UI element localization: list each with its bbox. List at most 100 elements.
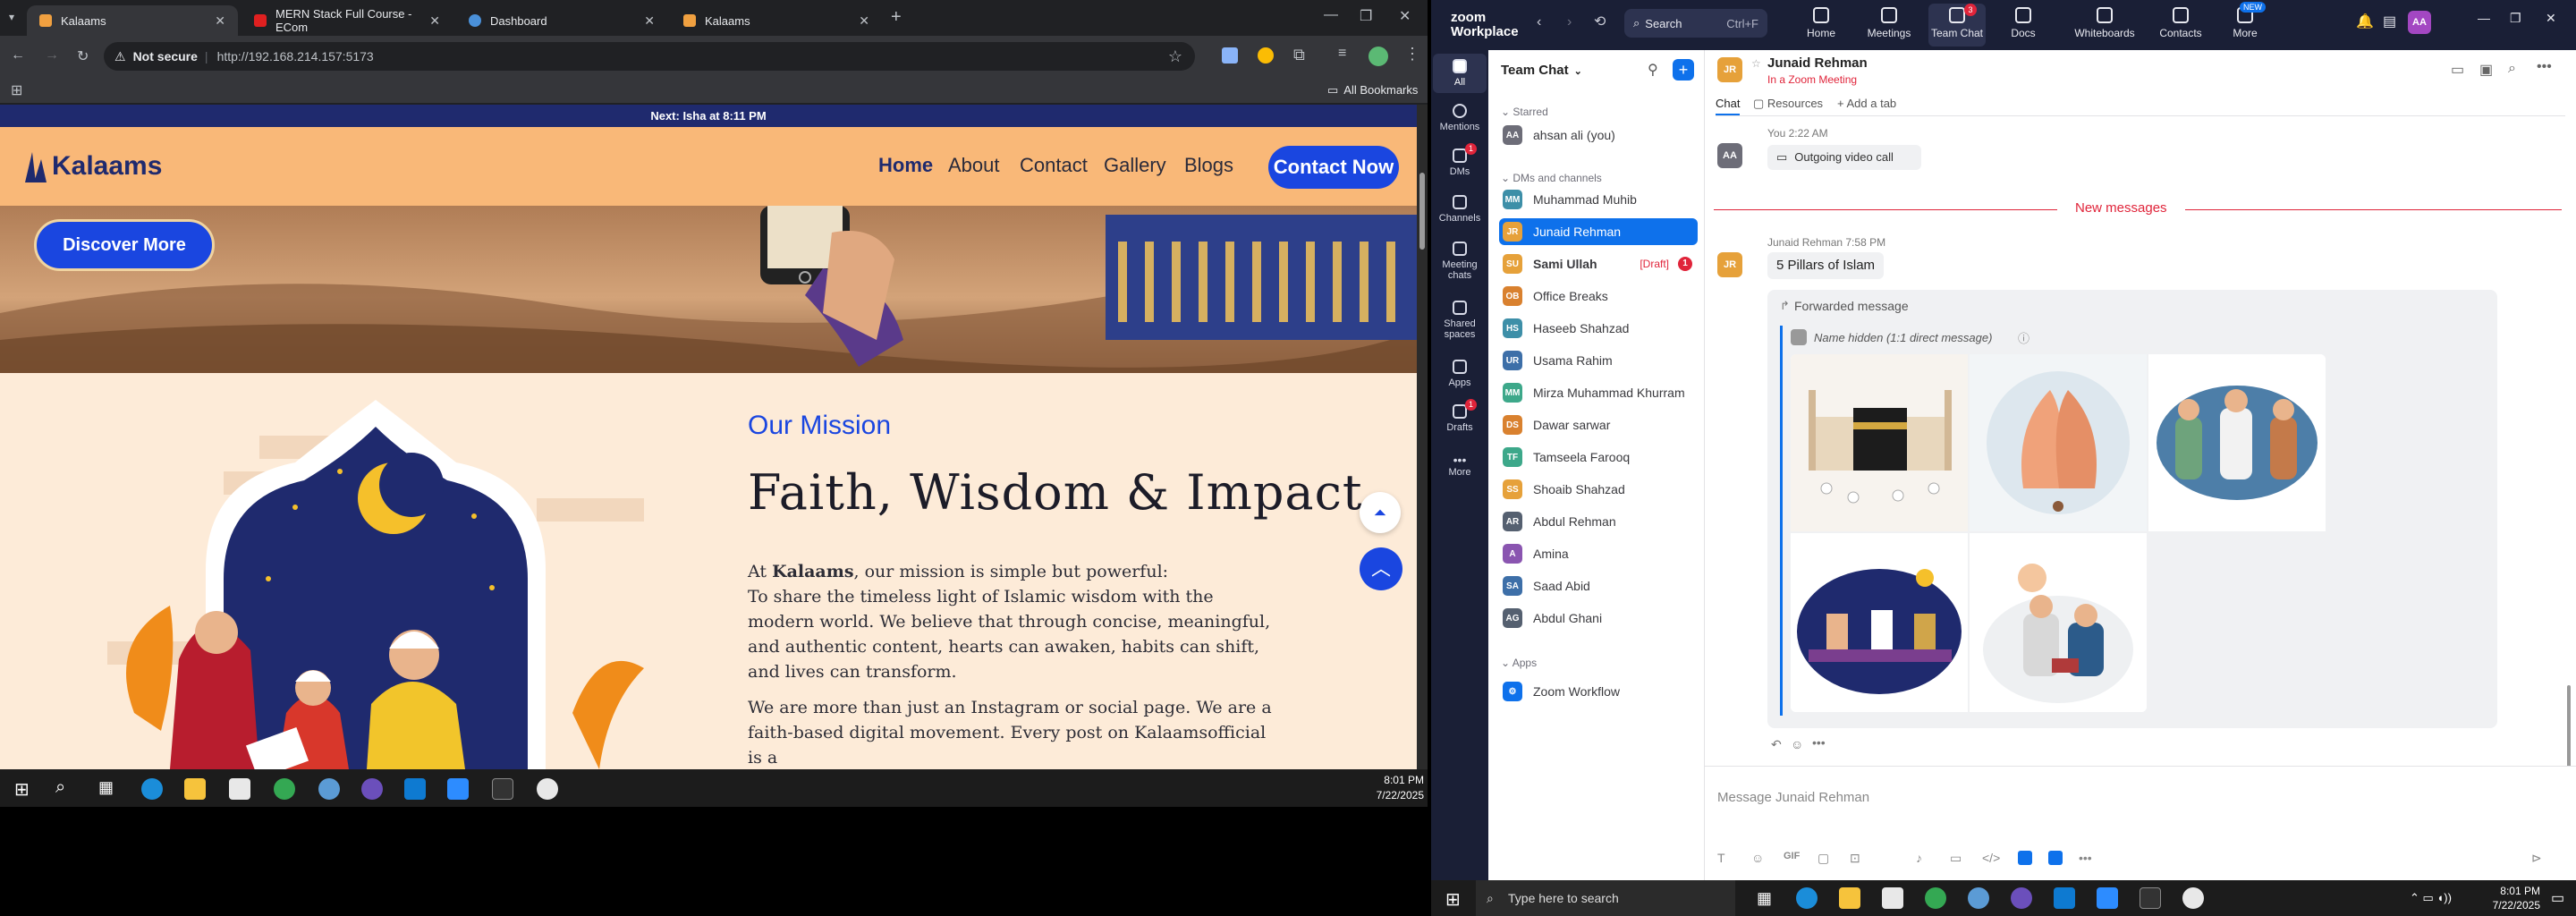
zoom-search[interactable]: ⌕ Search Ctrl+F [1624, 9, 1767, 38]
sidebar-all[interactable]: All [1433, 54, 1487, 93]
more-options-icon[interactable]: ••• [2537, 59, 2552, 75]
app-icon[interactable] [2048, 851, 2063, 865]
info-icon[interactable]: ⓘ [2018, 329, 2029, 346]
screenshot-icon[interactable]: ⊡ [1850, 851, 1860, 866]
starred-header[interactable]: ⌄ Starred [1501, 106, 1548, 118]
close-window-icon[interactable]: ✕ [2546, 11, 2556, 26]
github-icon[interactable] [2011, 887, 2032, 909]
audio-icon[interactable]: ♪ [1916, 851, 1922, 865]
list-item[interactable]: OB Office Breaks [1499, 283, 1698, 310]
filter-icon[interactable]: ⚲ [1648, 61, 1658, 79]
list-item[interactable]: TF Tamseela Farooq [1499, 444, 1698, 471]
list-item[interactable]: HS Haseeb Shahzad [1499, 315, 1698, 342]
apps-grid-icon[interactable]: ⊞ [11, 81, 22, 99]
tab-mern-course[interactable]: MERN Stack Full Course - ECom ✕ [242, 5, 453, 36]
windows-start-icon[interactable]: ⊞ [14, 778, 30, 801]
calendar-icon[interactable]: ▤ [2383, 13, 2396, 30]
vscode-icon[interactable] [2054, 887, 2075, 909]
tab-add[interactable]: + Add a tab [1837, 97, 1896, 110]
nav-team-chat[interactable]: Team Chat 3 [1928, 4, 1986, 47]
forwarded-message-card[interactable]: ↱ Forwarded message Name hidden (1:1 dir… [1767, 290, 2497, 728]
close-tab-icon[interactable]: ✕ [859, 13, 869, 29]
postman-icon[interactable] [537, 778, 558, 800]
task-view-icon[interactable]: ▦ [98, 778, 114, 797]
close-tab-icon[interactable]: ✕ [215, 13, 225, 29]
maximize-icon[interactable]: ❐ [1360, 7, 1372, 25]
warning-icon[interactable]: ⚠ [114, 49, 126, 64]
chat-header-name[interactable]: Junaid Rehman [1767, 55, 1868, 71]
outgoing-call-message[interactable]: ▭ Outgoing video call [1767, 145, 1921, 170]
list-item[interactable]: AA ahsan ali (you) [1499, 122, 1698, 148]
nav-home[interactable]: Home [878, 154, 933, 177]
sidebar-more[interactable]: ••• More [1431, 453, 1488, 478]
chat-header-avatar[interactable]: JR [1717, 57, 1742, 82]
reload-icon[interactable]: ↻ [77, 47, 89, 65]
list-item[interactable]: UR Usama Rahim [1499, 347, 1698, 374]
profile-avatar[interactable] [1368, 47, 1388, 66]
tab-dashboard[interactable]: Dashboard ✕ [456, 5, 667, 36]
scroll-to-top-button[interactable]: ︿ [1360, 547, 1402, 590]
image-ramadan-iftar[interactable] [1791, 533, 1968, 712]
app-icon[interactable] [2018, 851, 2032, 865]
list-item[interactable]: DS Dawar sarwar [1499, 411, 1698, 438]
user-avatar[interactable]: AA [2408, 11, 2431, 34]
zoom-icon[interactable] [447, 778, 469, 800]
back-icon[interactable]: ‹ [1537, 14, 1541, 30]
extensions-puzzle-icon[interactable]: ⧉ [1293, 46, 1305, 64]
format-text-icon[interactable]: T [1717, 851, 1725, 865]
terminal-icon[interactable] [492, 778, 513, 800]
more-actions-icon[interactable]: ••• [1812, 735, 1826, 750]
message-bubble[interactable]: 5 Pillars of Islam [1767, 252, 1885, 279]
send-options-icon[interactable]: ⊳ [2531, 851, 2542, 866]
image-quran-reading[interactable] [1970, 533, 2147, 712]
right-clock[interactable]: 8:01 PM 7/22/2025 [2478, 884, 2540, 912]
tab-search-icon[interactable]: ▾ [9, 11, 14, 23]
code-icon[interactable]: </> [1982, 851, 2000, 865]
maximize-icon[interactable]: ❐ [2510, 11, 2521, 26]
system-tray[interactable]: ⌃ ▭ ◖)) [2410, 891, 2452, 905]
back-icon[interactable]: ← [11, 47, 25, 64]
sidebar-dms[interactable]: DMs 1 [1431, 143, 1488, 177]
task-view-icon[interactable]: ▦ [1757, 889, 1772, 908]
list-item[interactable]: AR Abdul Rehman [1499, 508, 1698, 535]
compose-button[interactable]: + [1673, 59, 1694, 81]
tab-kalaams-2[interactable]: Kalaams ✕ [671, 5, 882, 36]
nav-contacts[interactable]: Contacts [2152, 7, 2209, 39]
sidebar-mentions[interactable]: Mentions [1431, 104, 1488, 132]
video-message-icon[interactable]: ▭ [1950, 851, 1962, 866]
nav-whiteboards[interactable]: Whiteboards [2068, 7, 2141, 39]
file-explorer-icon[interactable] [1839, 887, 1860, 909]
nav-home[interactable]: Home [1792, 7, 1850, 39]
file-explorer-icon[interactable] [184, 778, 206, 800]
sidebar-channels[interactable]: Channels [1431, 195, 1488, 224]
message-input[interactable]: Message Junaid Rehman [1717, 790, 2558, 805]
extension-icon[interactable] [1222, 47, 1238, 64]
tab-kalaams[interactable]: Kalaams ✕ [27, 5, 238, 36]
dms-channels-header[interactable]: ⌄ DMs and channels [1501, 172, 1602, 184]
list-item[interactable]: MM Mirza Muhammad Khurram [1499, 379, 1698, 406]
nav-more[interactable]: More NEW [2216, 2, 2274, 39]
list-item[interactable]: SU Sami Ullah [Draft] 1 [1499, 250, 1698, 277]
page-scrollbar[interactable] [1417, 105, 1428, 769]
store-icon[interactable] [1882, 887, 1903, 909]
notification-bell-icon[interactable]: 🔔 [2356, 13, 2374, 30]
more-tools-icon[interactable]: ••• [2079, 851, 2092, 865]
github-icon[interactable] [361, 778, 383, 800]
scroll-top-ghost-button[interactable]: ⏶ [1360, 492, 1401, 533]
nav-about[interactable]: About [948, 154, 1000, 177]
list-item[interactable]: AG Abdul Ghani [1499, 605, 1698, 632]
star-icon[interactable]: ☆ [1751, 57, 1761, 70]
nav-meetings[interactable]: Meetings [1860, 7, 1918, 39]
list-item[interactable]: MM Muhammad Muhib [1499, 186, 1698, 213]
new-tab-button[interactable]: + [891, 7, 902, 28]
taskbar-search[interactable]: ⌕ Type here to search [1476, 880, 1735, 916]
sidebar-drafts[interactable]: Drafts 1 [1431, 399, 1488, 433]
app-icon[interactable] [318, 778, 340, 800]
chrome-icon[interactable] [274, 778, 295, 800]
store-icon[interactable] [229, 778, 250, 800]
tab-chat[interactable]: Chat [1716, 97, 1741, 115]
site-logo[interactable]: Kalaams [20, 147, 162, 186]
close-tab-icon[interactable]: ✕ [429, 13, 440, 29]
left-clock[interactable]: 8:01 PM 7/22/2025 [1363, 773, 1424, 803]
list-item[interactable]: SS Shoaib Shahzad [1499, 476, 1698, 503]
